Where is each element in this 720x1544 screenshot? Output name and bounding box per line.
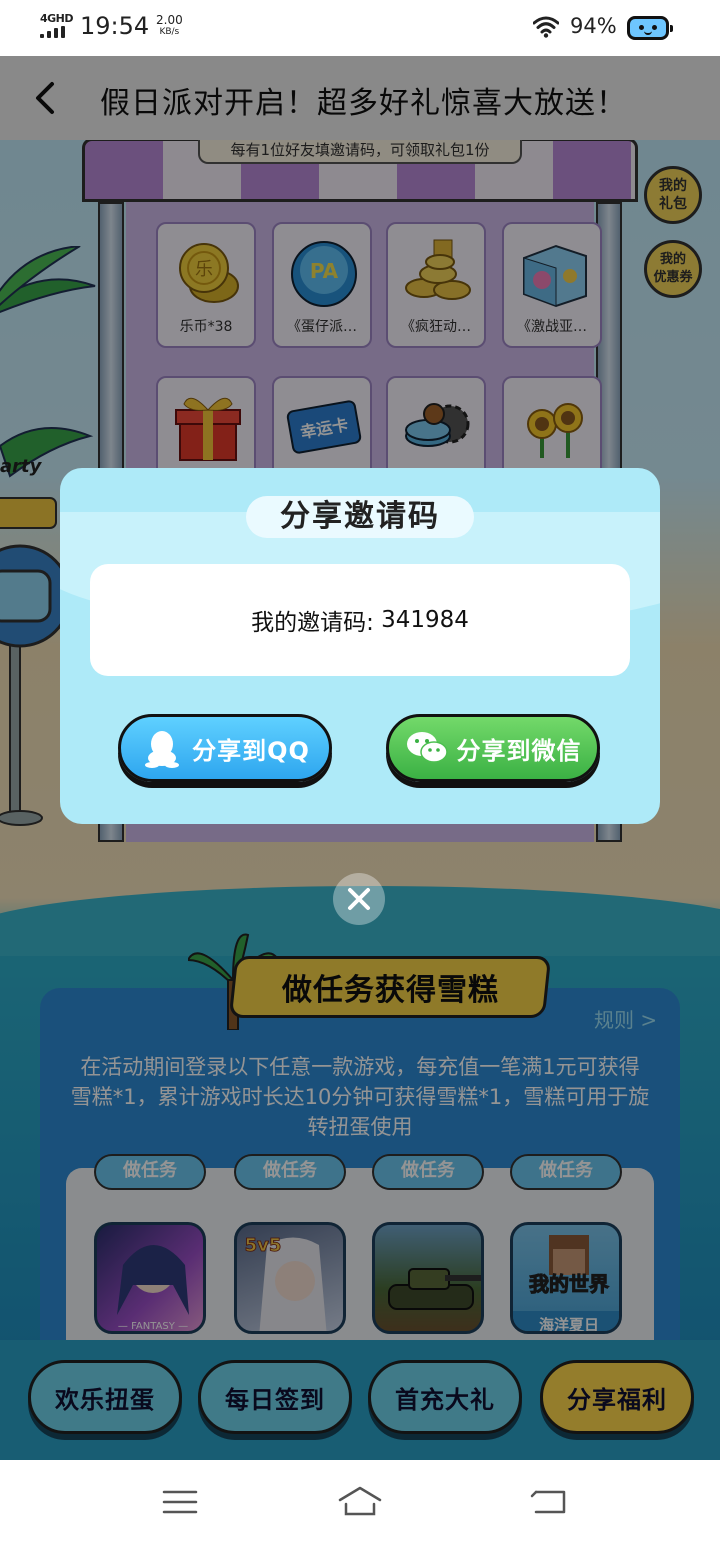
- dialog-title: 分享邀请码: [246, 496, 474, 538]
- network-speed: 2.00 KB/s: [156, 14, 183, 38]
- status-bar: 4GHD 19:54 2.00 KB/s 94%: [0, 0, 720, 56]
- wechat-icon: [405, 728, 449, 768]
- speed-unit: KB/s: [159, 27, 180, 37]
- battery-percent: 94%: [570, 14, 617, 38]
- back-icon[interactable]: [528, 1482, 572, 1522]
- invite-code-label: 我的邀请码:: [251, 610, 382, 636]
- clock: 19:54: [80, 12, 150, 40]
- network-type: 4GHD: [40, 12, 74, 25]
- share-to-qq-button[interactable]: 分享到QQ: [118, 714, 332, 782]
- speed-value: 2.00: [156, 13, 183, 27]
- share-wechat-label: 分享到微信: [456, 736, 582, 765]
- share-to-wechat-button[interactable]: 分享到微信: [386, 714, 600, 782]
- menu-icon[interactable]: [158, 1482, 202, 1522]
- invite-code-box: 我的邀请码: 341984: [90, 564, 630, 676]
- home-icon[interactable]: [338, 1482, 382, 1522]
- activity-page: arty 每有1位好友填邀请码，可领取礼包1份 乐 乐币*38 PA 《蛋仔派……: [0, 56, 720, 1460]
- signal-icon: [40, 26, 70, 38]
- invite-code-value: 341984: [381, 607, 469, 633]
- battery-icon: [627, 16, 673, 40]
- close-icon: [348, 888, 370, 910]
- close-dialog-button[interactable]: [333, 873, 385, 925]
- wifi-icon: [533, 16, 559, 38]
- share-qq-label: 分享到QQ: [192, 736, 310, 765]
- share-invite-dialog: 分享邀请码 我的邀请码: 341984 分享到QQ 分享到微信: [60, 468, 660, 824]
- qq-penguin-icon: [140, 728, 184, 768]
- system-navigation-bar: [0, 1460, 720, 1544]
